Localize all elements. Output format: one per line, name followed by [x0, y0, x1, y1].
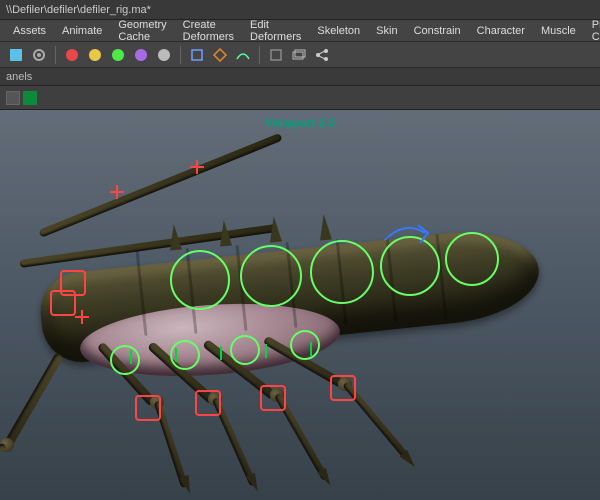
layers-icon[interactable] [289, 45, 309, 65]
rig-box-jaw[interactable] [50, 290, 76, 316]
file-path: \\Defiler\defiler\defiler_rig.ma* [6, 4, 151, 16]
menu-skeleton[interactable]: Skeleton [310, 22, 367, 40]
mini-tool-1[interactable] [6, 91, 20, 105]
sphere-green-icon[interactable] [108, 45, 128, 65]
rig-cross-antenna-2[interactable] [190, 160, 204, 174]
rig-tick[interactable] [265, 344, 267, 358]
rig-box-knee-2[interactable] [195, 390, 221, 416]
menu-animate[interactable]: Animate [55, 22, 109, 40]
menu-geometry-cache[interactable]: Geometry Cache [111, 16, 173, 46]
separator [180, 46, 181, 64]
gear-icon[interactable] [29, 45, 49, 65]
antenna-upper [39, 133, 283, 238]
rig-circle-spine-2[interactable] [240, 245, 302, 307]
viewport[interactable]: Viewport 2.0 [0, 110, 600, 500]
rig-tick[interactable] [175, 348, 177, 362]
menubar: Assets Animate Geometry Cache Create Def… [0, 20, 600, 42]
menu-character[interactable]: Character [470, 22, 532, 40]
box-icon[interactable] [266, 45, 286, 65]
menu-constrain[interactable]: Constrain [407, 22, 468, 40]
separator [259, 46, 260, 64]
rig-circle-hip-3[interactable] [230, 335, 260, 365]
rig-box-knee-3[interactable] [260, 385, 286, 411]
spine [218, 220, 232, 247]
menu-create-deformers[interactable]: Create Deformers [176, 16, 241, 46]
panel-label: anels [6, 71, 32, 83]
creature-mesh[interactable] [0, 190, 600, 490]
panel-label-bar: anels [0, 68, 600, 86]
mini-shelf [0, 86, 600, 110]
spine [268, 216, 282, 243]
rig-tick[interactable] [310, 342, 312, 356]
separator [55, 46, 56, 64]
rig-circle-spine-3[interactable] [310, 240, 374, 304]
rig-box-knee-4[interactable] [330, 375, 356, 401]
mini-tool-2[interactable] [23, 91, 37, 105]
menu-edit-deformers[interactable]: Edit Deformers [243, 16, 308, 46]
sphere-purple-icon[interactable] [131, 45, 151, 65]
menu-assets[interactable]: Assets [6, 22, 53, 40]
rig-cross-antenna-1[interactable] [110, 185, 124, 199]
sphere-gray-icon[interactable] [154, 45, 174, 65]
sphere-red-icon[interactable] [62, 45, 82, 65]
rig-box-knee-1[interactable] [135, 395, 161, 421]
rig-circle-spine-5[interactable] [445, 232, 499, 286]
menu-skin[interactable]: Skin [369, 22, 404, 40]
rig-tick[interactable] [220, 346, 222, 360]
rig-circle-hip-1[interactable] [110, 345, 140, 375]
menu-muscle[interactable]: Muscle [534, 22, 583, 40]
shelf-toolbar [0, 42, 600, 68]
rig-circle-hip-4[interactable] [290, 330, 320, 360]
rig-cross-mouth[interactable] [75, 310, 89, 324]
viewport-renderer-label: Viewport 2.0 [265, 116, 335, 130]
scene-icon[interactable] [6, 45, 26, 65]
spine [168, 224, 182, 251]
rig-direction-arrow-icon[interactable] [380, 215, 440, 255]
sphere-yellow-icon[interactable] [85, 45, 105, 65]
cube-icon[interactable] [187, 45, 207, 65]
lattice-icon[interactable] [210, 45, 230, 65]
menu-pipeline-cache[interactable]: Pipeline Cache [585, 16, 600, 46]
share-icon[interactable] [312, 45, 332, 65]
rig-tick[interactable] [130, 350, 132, 364]
spine [318, 214, 332, 241]
rig-circle-spine-1[interactable] [170, 250, 230, 310]
curve-icon[interactable] [233, 45, 253, 65]
